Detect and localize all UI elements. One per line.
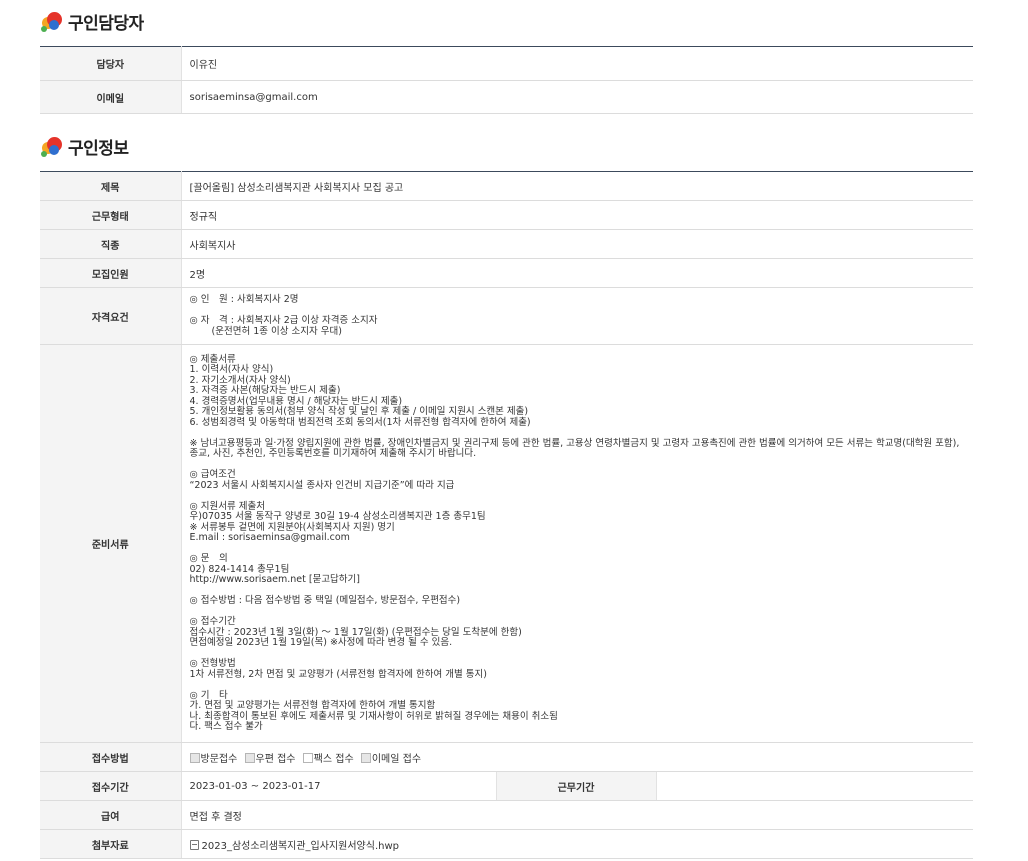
table-row: 접수방법 방문접수 우편 접수 팩스 접수 이메일 접수 [40, 742, 973, 772]
apply-method-value: 방문접수 우편 접수 팩스 접수 이메일 접수 [181, 742, 973, 772]
attachment-link[interactable]: 2023_삼성소리샘복지관_입사지원서양식.hwp [202, 841, 400, 852]
documents-label: 준비서류 [40, 344, 182, 743]
qualifications-label: 자격요건 [40, 287, 182, 345]
apply-option-mail: 우편 접수 [244, 752, 295, 765]
table-row: 근무형태 정규직 [40, 200, 973, 230]
logo-icon [40, 11, 62, 33]
info-section-title: 구인정보 [40, 134, 129, 159]
headcount-value: 2명 [181, 258, 973, 288]
table-row: 준비서류 ◎ 제출서류 1. 이력서(자사 양식) 2. 자기소개서(자사 양식… [40, 344, 973, 743]
email-value: sorisaeminsa@gmail.com [181, 80, 973, 114]
table-row: 자격요건 ◎ 인 원 : 사회복지사 2명 ◎ 자 격 : 사회복지사 2급 이… [40, 287, 973, 345]
apply-option-fax: 팩스 접수 [302, 752, 354, 765]
headcount-label: 모집인원 [40, 258, 182, 288]
manager-section-title: 구인담당자 [40, 9, 144, 34]
file-icon [189, 839, 199, 850]
manager-table: 담당자 이유진 이메일 sorisaeminsa@gmail.com [40, 46, 973, 114]
table-row: 첨부자료 2023_삼성소리샘복지관_입사지원서양식.hwp [40, 829, 973, 859]
table-row: 모집인원 2명 [40, 258, 973, 288]
logo-icon [40, 136, 62, 158]
table-row: 담당자 이유진 [40, 46, 973, 81]
apply-period-value: 2023-01-03 ~ 2023-01-17 [181, 771, 497, 801]
attachment-label: 첨부자료 [40, 829, 182, 859]
documents-value: ◎ 제출서류 1. 이력서(자사 양식) 2. 자기소개서(자사 양식) 3. … [181, 344, 973, 743]
checkbox-icon [244, 752, 255, 763]
salary-value: 면접 후 결정 [181, 800, 973, 830]
work-type-value: 정규직 [181, 200, 973, 230]
table-row: 접수기간 2023-01-03 ~ 2023-01-17 근무기간 [40, 771, 973, 801]
checkbox-icon [302, 752, 313, 763]
apply-option-visit: 방문접수 [189, 752, 237, 765]
job-type-value: 사회복지사 [181, 229, 973, 259]
job-type-label: 직종 [40, 229, 182, 259]
checkbox-icon [189, 752, 200, 763]
job-info-table: 제목 [끌어올림] 삼성소리샘복지관 사회복지사 모집 공고 근무형태 정규직 … [40, 171, 973, 859]
manager-section-heading: 구인담당자 [68, 14, 144, 34]
manager-label: 담당자 [40, 46, 182, 81]
apply-method-label: 접수방법 [40, 742, 182, 772]
manager-value: 이유진 [181, 46, 973, 81]
salary-label: 급여 [40, 800, 182, 830]
email-label: 이메일 [40, 80, 182, 114]
title-value: [끌어올림] 삼성소리샘복지관 사회복지사 모집 공고 [181, 171, 973, 201]
attachment-value: 2023_삼성소리샘복지관_입사지원서양식.hwp [181, 829, 973, 859]
work-period-value [656, 771, 973, 801]
qualifications-value: ◎ 인 원 : 사회복지사 2명 ◎ 자 격 : 사회복지사 2급 이상 자격증… [181, 287, 973, 345]
work-type-label: 근무형태 [40, 200, 182, 230]
apply-option-email: 이메일 접수 [360, 752, 421, 765]
apply-period-label: 접수기간 [40, 771, 182, 801]
table-row: 급여 면접 후 결정 [40, 800, 973, 830]
info-section-heading: 구인정보 [68, 139, 129, 159]
checkbox-icon [360, 752, 371, 763]
work-period-label: 근무기간 [496, 771, 657, 801]
table-row: 이메일 sorisaeminsa@gmail.com [40, 80, 973, 114]
table-row: 직종 사회복지사 [40, 229, 973, 259]
table-row: 제목 [끌어올림] 삼성소리샘복지관 사회복지사 모집 공고 [40, 171, 973, 201]
title-label: 제목 [40, 171, 182, 201]
